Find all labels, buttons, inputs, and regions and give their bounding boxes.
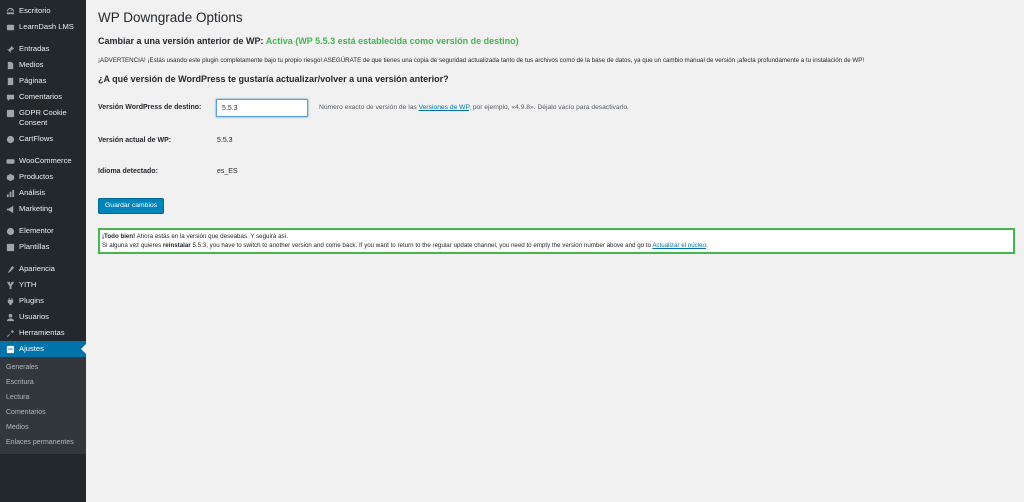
sidebar-item-label: YITH — [19, 280, 37, 289]
media-icon — [5, 60, 15, 70]
sidebar-item-label: Marketing — [19, 204, 53, 213]
sidebar-item-15[interactable]: YITH — [0, 277, 86, 293]
target-version-input[interactable] — [216, 99, 308, 117]
users-icon — [5, 312, 15, 322]
sidebar-item-label: Páginas — [19, 76, 47, 85]
settings-icon — [5, 344, 15, 354]
sidebar-item-18[interactable]: Herramientas — [0, 325, 86, 341]
submenu-item-0[interactable]: Generales — [0, 360, 86, 375]
sidebar-item-16[interactable]: Plugins — [0, 293, 86, 309]
sidebar-item-label: GDPR Cookie Consent — [19, 108, 67, 127]
sidebar-item-4[interactable]: Páginas — [0, 73, 86, 89]
sidebar-item-12[interactable]: Elementor — [0, 223, 86, 239]
submenu-item-2[interactable]: Lectura — [0, 390, 86, 405]
cartflows-icon — [5, 134, 15, 144]
sidebar-item-7[interactable]: CartFlows — [0, 131, 86, 147]
elementor-icon — [5, 226, 15, 236]
sidebar-item-label: Plantillas — [19, 242, 50, 251]
sidebar-item-9[interactable]: Productos — [0, 169, 86, 185]
sidebar-item-1[interactable]: LearnDash LMS — [0, 19, 86, 35]
target-version-label: Versión WordPress de destino: — [98, 104, 202, 111]
sidebar-item-label: Elementor — [19, 226, 54, 235]
gdpr-icon — [5, 108, 15, 118]
analytics-icon — [5, 188, 15, 198]
submenu-item-5[interactable]: Enlaces permanentes — [0, 435, 86, 450]
notice-text-1: Ahora estás en la versión que deseabas. … — [135, 233, 289, 240]
warning-text: ¡ADVERTENCIA! ¡Estás usando este plugin … — [98, 57, 865, 64]
tools-icon — [5, 328, 15, 338]
sidebar-item-label: Usuarios — [19, 312, 49, 321]
marketing-icon — [5, 204, 15, 214]
pin-icon — [5, 44, 15, 54]
appearance-icon — [5, 264, 15, 274]
detected-language-label: Idioma detectado: — [98, 168, 158, 175]
sidebar-item-label: Entradas — [19, 44, 50, 53]
sidebar-item-label: LearnDash LMS — [19, 22, 74, 31]
page-icon — [5, 76, 15, 86]
sidebar-item-label: Comentarios — [19, 92, 63, 101]
main-content: WP Downgrade Options Cambiar a una versi… — [86, 0, 1024, 502]
downgrade-status: Cambiar a una versión anterior de WP: Ac… — [98, 36, 519, 46]
plugins-icon — [5, 296, 15, 306]
notice-text-2b: 5.5.3, you have to switch to another ver… — [190, 242, 653, 249]
admin-menu: Escritorio LearnDash LMS Entradas Medios Pág… — [0, 0, 86, 454]
submenu-item-4[interactable]: Medios — [0, 420, 86, 435]
woocommerce-icon — [5, 156, 15, 166]
sidebar-item-14[interactable]: Apariencia — [0, 261, 86, 277]
sidebar-item-label: Medios — [19, 60, 44, 69]
submenu-item-1[interactable]: Escritura — [0, 375, 86, 390]
sidebar-item-label: CartFlows — [19, 134, 54, 143]
sidebar-item-label: Herramientas — [19, 328, 65, 337]
sidebar-item-11[interactable]: Marketing — [0, 201, 86, 217]
sidebar-item-label: Productos — [19, 172, 54, 181]
notice-end: . — [706, 242, 708, 249]
update-core-link[interactable]: Actualizar el núcleo — [652, 242, 706, 249]
success-notice: ¡Todo bien! Ahora estás en la versión qu… — [98, 228, 1015, 254]
submenu-item-3[interactable]: Comentarios — [0, 405, 86, 420]
sidebar-item-10[interactable]: Análisis — [0, 185, 86, 201]
sidebar-item-label: Ajustes — [19, 344, 44, 353]
sidebar-item-2[interactable]: Entradas — [0, 41, 86, 57]
current-version-value: 5.5.3 — [217, 137, 233, 144]
sidebar-item-8[interactable]: WooCommerce — [0, 153, 86, 169]
notice-line-1: ¡Todo bien! Ahora estás en la versión qu… — [102, 232, 1011, 241]
sidebar-item-6[interactable]: GDPR Cookie Consent — [0, 105, 86, 131]
help-suffix: , por ejemplo, «4.9.8». Déjalo vacío par… — [469, 104, 629, 111]
templates-icon — [5, 242, 15, 252]
sidebar-item-label: Apariencia — [19, 264, 55, 273]
admin-sidebar: Escritorio LearnDash LMS Entradas Medios Pág… — [0, 0, 86, 502]
target-version-help: Número exacto de versión de las Versione… — [319, 104, 629, 111]
notice-text-2a: Si alguna vez quieres — [102, 242, 163, 249]
comment-icon — [5, 92, 15, 102]
dashboard-icon — [5, 6, 15, 16]
sidebar-item-19[interactable]: Ajustes — [0, 341, 86, 357]
status-active-text: Activa (WP 5.5.3 está establecida como v… — [265, 36, 519, 46]
sidebar-item-label: Plugins — [19, 296, 44, 305]
notice-bold: ¡Todo bien! — [102, 233, 136, 240]
sidebar-item-17[interactable]: Usuarios — [0, 309, 86, 325]
sidebar-item-0[interactable]: Escritorio — [0, 3, 86, 19]
sidebar-item-label: WooCommerce — [19, 156, 72, 165]
section-question: ¿A qué versión de WordPress te gustaría … — [98, 74, 449, 84]
sidebar-item-13[interactable]: Plantillas — [0, 239, 86, 255]
save-changes-button[interactable]: Guardar cambios — [98, 198, 165, 214]
sidebar-item-label: Análisis — [19, 188, 46, 197]
products-icon — [5, 172, 15, 182]
status-prefix: Cambiar a una versión anterior de WP: — [98, 36, 266, 46]
sidebar-item-3[interactable]: Medios — [0, 57, 86, 73]
yith-icon — [5, 280, 15, 290]
notice-reinstall: reinstalar — [162, 242, 191, 249]
page-title: WP Downgrade Options — [98, 10, 243, 25]
help-prefix: Número exacto de versión de las — [319, 104, 419, 111]
detected-language-value: es_ES — [217, 168, 238, 175]
notice-line-2: Si alguna vez quieres reinstalar 5.5.3, … — [102, 241, 1011, 250]
sidebar-item-5[interactable]: Comentarios — [0, 89, 86, 105]
current-version-label: Versión actual de WP: — [98, 137, 172, 144]
learndash-icon — [5, 22, 15, 32]
settings-submenu: Generales Escritura Lectura Comentarios Medi… — [0, 357, 86, 454]
wp-versions-link[interactable]: Versiones de WP — [419, 104, 469, 111]
sidebar-item-label: Escritorio — [19, 6, 51, 15]
